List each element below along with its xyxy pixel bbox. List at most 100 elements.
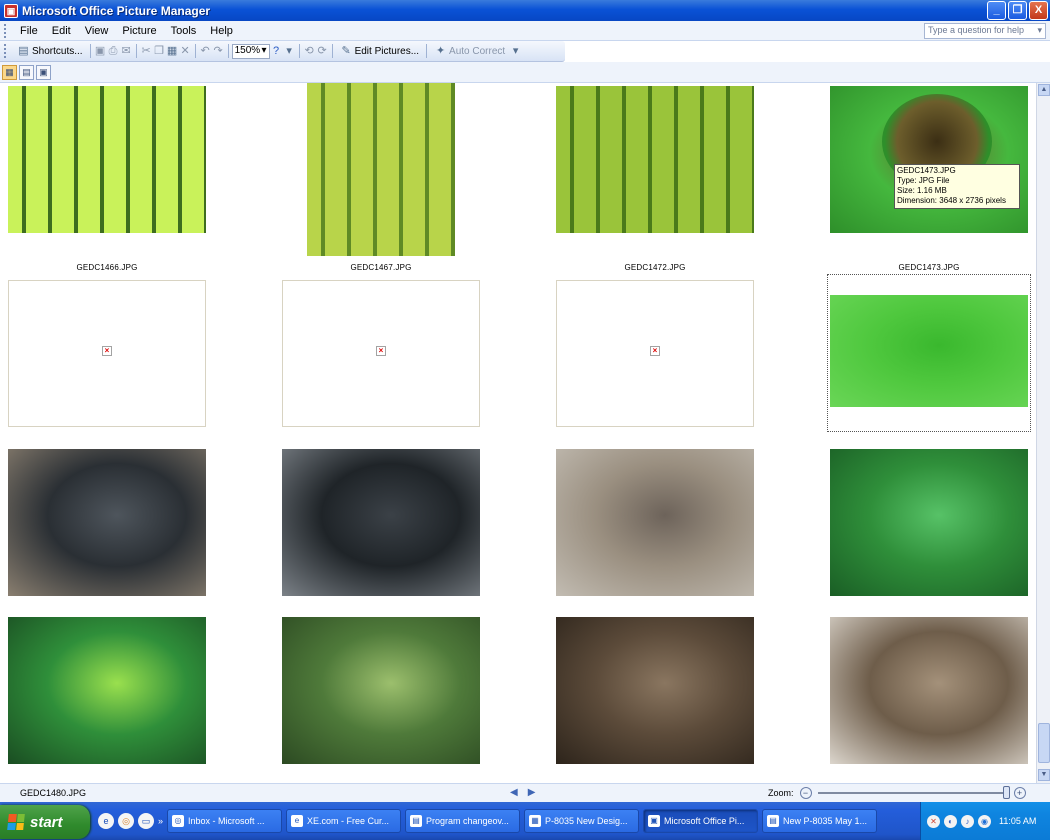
redo-icon[interactable]: ↷ xyxy=(212,45,225,57)
standard-toolbar: ▤ Shortcuts... ▣ ⎙ ✉ ✂ ❐ ▦ ✕ ↶ ↷ 150% ▾ … xyxy=(0,41,565,62)
taskbar-item[interactable]: e XE.com - Free Cur... xyxy=(286,809,402,833)
thumbnail-image[interactable] xyxy=(830,86,1028,233)
menu-help[interactable]: Help xyxy=(203,25,240,37)
thumbnail-view-icon[interactable]: ▦ xyxy=(2,64,17,80)
next-picture-icon[interactable]: ▶ xyxy=(528,787,536,798)
scrollbar-thumb[interactable] xyxy=(1038,723,1050,763)
taskbar-app-icon: ▤ xyxy=(767,815,780,827)
toolbar-grip[interactable] xyxy=(4,44,7,58)
taskbar-app-icon: ◎ xyxy=(172,815,185,827)
toolbar-separator xyxy=(194,44,196,58)
taskbar-item[interactable]: ▣ Microsoft Office Pi... xyxy=(643,809,759,833)
rotate-left-icon[interactable]: ⟲ xyxy=(303,45,316,57)
auto-correct-button[interactable]: ✦ Auto Correct xyxy=(430,45,509,57)
toolbar-options-icon[interactable]: ▾ xyxy=(283,45,296,57)
thumbnail-image[interactable] xyxy=(8,86,206,233)
toolbar-separator xyxy=(135,44,137,58)
shortcuts-button[interactable]: ▤ Shortcuts... xyxy=(13,45,87,57)
edit-pictures-label: Edit Pictures... xyxy=(354,45,420,57)
email-icon[interactable]: ✉ xyxy=(120,45,133,57)
zoom-slider-handle[interactable] xyxy=(1002,786,1010,799)
help-search-input[interactable]: Type a question for help ▾ xyxy=(924,23,1046,39)
picture-navigation: ◀ ▶ xyxy=(510,787,535,798)
zoom-slider[interactable] xyxy=(817,786,1010,799)
current-file-name: GEDC1480.JPG xyxy=(20,788,87,798)
taskbar-item[interactable]: ▦ P-8035 New Desig... xyxy=(524,809,640,833)
security-icon[interactable]: ◉ xyxy=(978,814,991,828)
toolbar-overflow-icon[interactable]: ▾ xyxy=(509,45,522,57)
outlook-icon[interactable]: ◎ xyxy=(118,813,134,829)
thumbnail-image[interactable] xyxy=(282,449,480,596)
taskbar-item-label: Program changeov... xyxy=(426,816,509,826)
copy-icon[interactable]: ❐ xyxy=(153,45,166,57)
taskbar-item[interactable]: ▤ Program changeov... xyxy=(405,809,521,833)
picture-manager-app-icon[interactable]: ▣ xyxy=(4,3,18,18)
rotate-right-icon[interactable]: ⟳ xyxy=(316,45,329,57)
taskbar-app-icon: e xyxy=(291,815,304,827)
menu-edit[interactable]: Edit xyxy=(45,25,78,37)
close-button[interactable]: X xyxy=(1029,1,1048,20)
taskbar-app-icon: ▦ xyxy=(529,815,542,827)
broken-image-icon: × xyxy=(650,345,660,356)
thumbnail-image[interactable] xyxy=(830,617,1028,764)
thumbnail-placeholder[interactable]: × xyxy=(8,280,206,427)
thumbnail-image[interactable] xyxy=(830,449,1028,596)
window-controls: _ ❐ X xyxy=(987,1,1048,20)
taskbar-item-label: XE.com - Free Cur... xyxy=(307,816,390,826)
menu-view[interactable]: View xyxy=(78,25,116,37)
zoom-value: 150% xyxy=(234,44,261,56)
network-icon[interactable]: ◐ xyxy=(944,814,957,828)
taskbar-item[interactable]: ▤ New P-8035 May 1... xyxy=(762,809,878,833)
thumbnail-image[interactable] xyxy=(556,86,754,233)
show-desktop-icon[interactable]: ▭ xyxy=(138,813,154,829)
zoom-out-icon[interactable]: − xyxy=(799,787,812,799)
thumbnail-image[interactable] xyxy=(556,449,754,596)
windows-taskbar: start e ◎ ▭ » ◎ Inbox - Microsoft ... e XE.… xyxy=(0,802,1050,840)
thumbnail-image[interactable] xyxy=(556,617,754,764)
edit-pictures-button[interactable]: ✎ Edit Pictures... xyxy=(336,45,423,57)
thumbnail-grid: GEDC1466.JPG GEDC1467.JPG GEDC1472.JPG GEDC… xyxy=(0,83,1036,783)
taskbar-item-label: Inbox - Microsoft ... xyxy=(188,816,265,826)
help-icon[interactable]: ? xyxy=(270,45,283,57)
zoom-select[interactable]: 150% ▾ xyxy=(231,43,270,59)
start-button[interactable]: start xyxy=(0,805,90,839)
previous-picture-icon[interactable]: ◀ xyxy=(510,787,518,798)
menu-file[interactable]: File xyxy=(13,25,45,37)
delete-icon[interactable]: ✕ xyxy=(179,45,192,57)
thumbnail-image[interactable] xyxy=(8,449,206,596)
taskbar-item-label: New P-8035 May 1... xyxy=(783,816,868,826)
save-icon[interactable]: ▣ xyxy=(94,45,107,57)
menu-picture[interactable]: Picture xyxy=(115,25,163,37)
filmstrip-view-icon[interactable]: ▤ xyxy=(19,64,34,80)
paste-icon[interactable]: ▦ xyxy=(166,45,179,57)
single-picture-view-icon[interactable]: ▣ xyxy=(36,64,51,80)
help-search-placeholder: Type a question for help xyxy=(928,25,1025,35)
vertical-scrollbar[interactable]: ▲ ▼ xyxy=(1036,83,1050,783)
print-icon[interactable]: ⎙ xyxy=(107,45,120,57)
thumbnail-image[interactable] xyxy=(282,617,480,764)
restore-button[interactable]: ❐ xyxy=(1008,1,1027,20)
thumbnail-image[interactable] xyxy=(307,83,455,256)
minimize-button[interactable]: _ xyxy=(987,1,1006,20)
zoom-in-icon[interactable]: + xyxy=(1013,787,1026,799)
thumbnail-image[interactable] xyxy=(830,295,1028,407)
help-dropdown-icon[interactable]: ▾ xyxy=(1037,25,1042,37)
shortcuts-label: Shortcuts... xyxy=(32,45,83,57)
menu-tools[interactable]: Tools xyxy=(164,25,204,37)
volume-icon[interactable]: ♪ xyxy=(961,814,974,828)
thumbnail-placeholder[interactable]: × xyxy=(556,280,754,427)
notification-icon[interactable]: ✕ xyxy=(927,814,940,828)
scroll-down-icon[interactable]: ▼ xyxy=(1038,769,1050,781)
taskbar-item[interactable]: ◎ Inbox - Microsoft ... xyxy=(167,809,283,833)
toolbar-separator xyxy=(227,44,229,58)
menu-grip[interactable] xyxy=(4,23,7,38)
undo-icon[interactable]: ↶ xyxy=(199,45,212,57)
tooltip-dimension: Dimension: 3648 x 2736 pixels xyxy=(897,196,1006,205)
thumbnail-image[interactable] xyxy=(8,617,206,764)
scroll-up-icon[interactable]: ▲ xyxy=(1038,84,1050,96)
zoom-label: Zoom: xyxy=(768,788,794,798)
file-info-tooltip: GEDC1473.JPG Type: JPG File Size: 1.16 M… xyxy=(894,164,1020,209)
cut-icon[interactable]: ✂ xyxy=(140,45,153,57)
thumbnail-placeholder[interactable]: × xyxy=(282,280,480,427)
internet-explorer-icon[interactable]: e xyxy=(98,813,114,829)
